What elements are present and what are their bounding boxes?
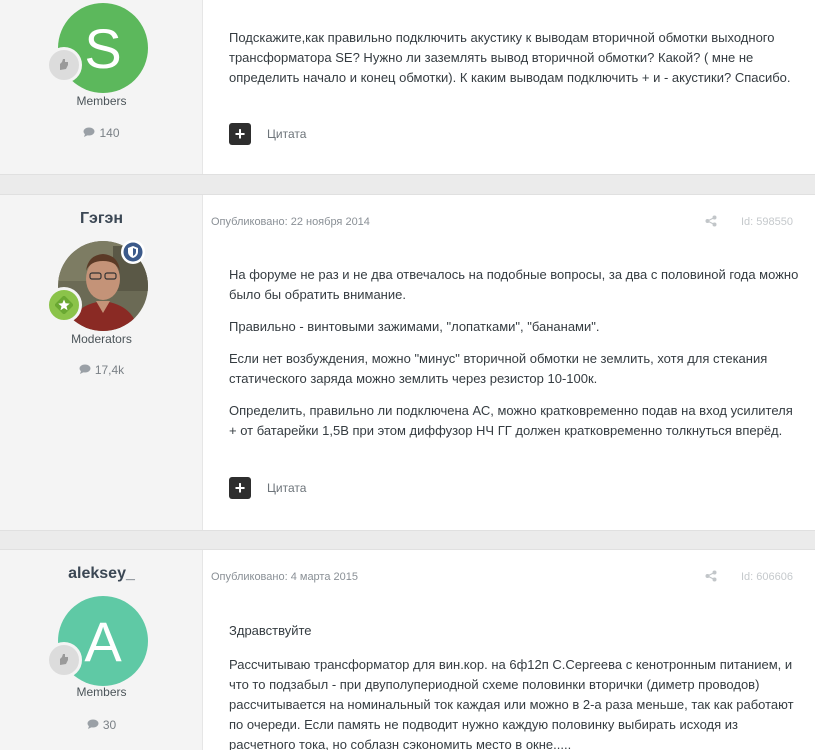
post-count: 140 — [0, 126, 203, 140]
post-3: aleksey_ A Members 30 Опубликовано: 4 ма… — [0, 549, 815, 750]
post-count-value: 140 — [99, 126, 120, 140]
avatar-letter: A — [84, 609, 122, 673]
post-count: 30 — [0, 718, 203, 732]
post-id[interactable]: Id: 598550 — [741, 216, 793, 228]
post-paragraph: Рассчитываю трансформатор для вин.кор. н… — [229, 657, 794, 750]
post-id[interactable]: Id: 606606 — [741, 571, 793, 583]
post-1: S Members 140 Подскажите,как правильно п… — [0, 0, 815, 175]
author-panel: aleksey_ A Members 30 — [0, 550, 203, 750]
post-paragraph: Здравствуйте — [229, 623, 312, 638]
author-name[interactable]: aleksey_ — [0, 565, 203, 583]
avatar-letter: S — [84, 16, 122, 80]
post-content: Подскажите,как правильно подключить акус… — [229, 28, 799, 100]
rank-badge-icon — [46, 642, 82, 678]
post-count-value: 17,4k — [94, 363, 125, 377]
post-paragraph: Правильно - винтовыми зажимами, "лопатка… — [229, 319, 600, 334]
comment-icon — [79, 363, 91, 377]
post-content: На форуме не раз и не два отвечалось на … — [229, 265, 799, 453]
post-count: 17,4k — [0, 363, 203, 377]
post-date: Опубликовано: 22 ноября 2014 — [211, 216, 370, 228]
post-paragraph: Если нет возбуждения, можно "минус" втор… — [229, 351, 768, 386]
post-paragraph: Подскажите,как правильно подключить акус… — [229, 30, 791, 85]
plus-icon: + — [234, 478, 246, 498]
share-icon[interactable] — [705, 215, 717, 230]
post-date: Опубликовано: 4 марта 2015 — [211, 571, 358, 583]
user-group: Members — [76, 685, 127, 699]
author-panel: S Members 140 — [0, 0, 203, 174]
post-content: Здравствуйте Рассчитываю трансформатор д… — [229, 621, 799, 750]
author-name[interactable]: Гэгэн — [0, 210, 203, 228]
share-icon[interactable] — [705, 570, 717, 585]
quote-button[interactable]: Цитата — [267, 481, 306, 495]
plus-icon: + — [234, 124, 246, 144]
user-group: Members — [76, 94, 127, 108]
user-group: Moderators — [71, 332, 132, 346]
comment-icon — [83, 126, 95, 140]
moderator-shield-icon — [121, 240, 145, 264]
quote-button[interactable]: Цитата — [267, 127, 306, 141]
author-panel: Гэгэн Moderators 17,4k — [0, 195, 203, 530]
post-2: Гэгэн Moderators 17,4k Опубликовано: 22 … — [0, 194, 815, 531]
post-count-value: 30 — [102, 718, 117, 732]
reaction-button[interactable]: + — [229, 123, 251, 145]
reaction-button[interactable]: + — [229, 477, 251, 499]
post-paragraph: Определить, правильно ли подключена АС, … — [229, 403, 793, 438]
comment-icon — [87, 718, 99, 732]
post-paragraph: На форуме не раз и не два отвечалось на … — [229, 267, 799, 302]
star-rank-icon — [46, 287, 82, 323]
rank-badge-icon — [46, 47, 82, 83]
